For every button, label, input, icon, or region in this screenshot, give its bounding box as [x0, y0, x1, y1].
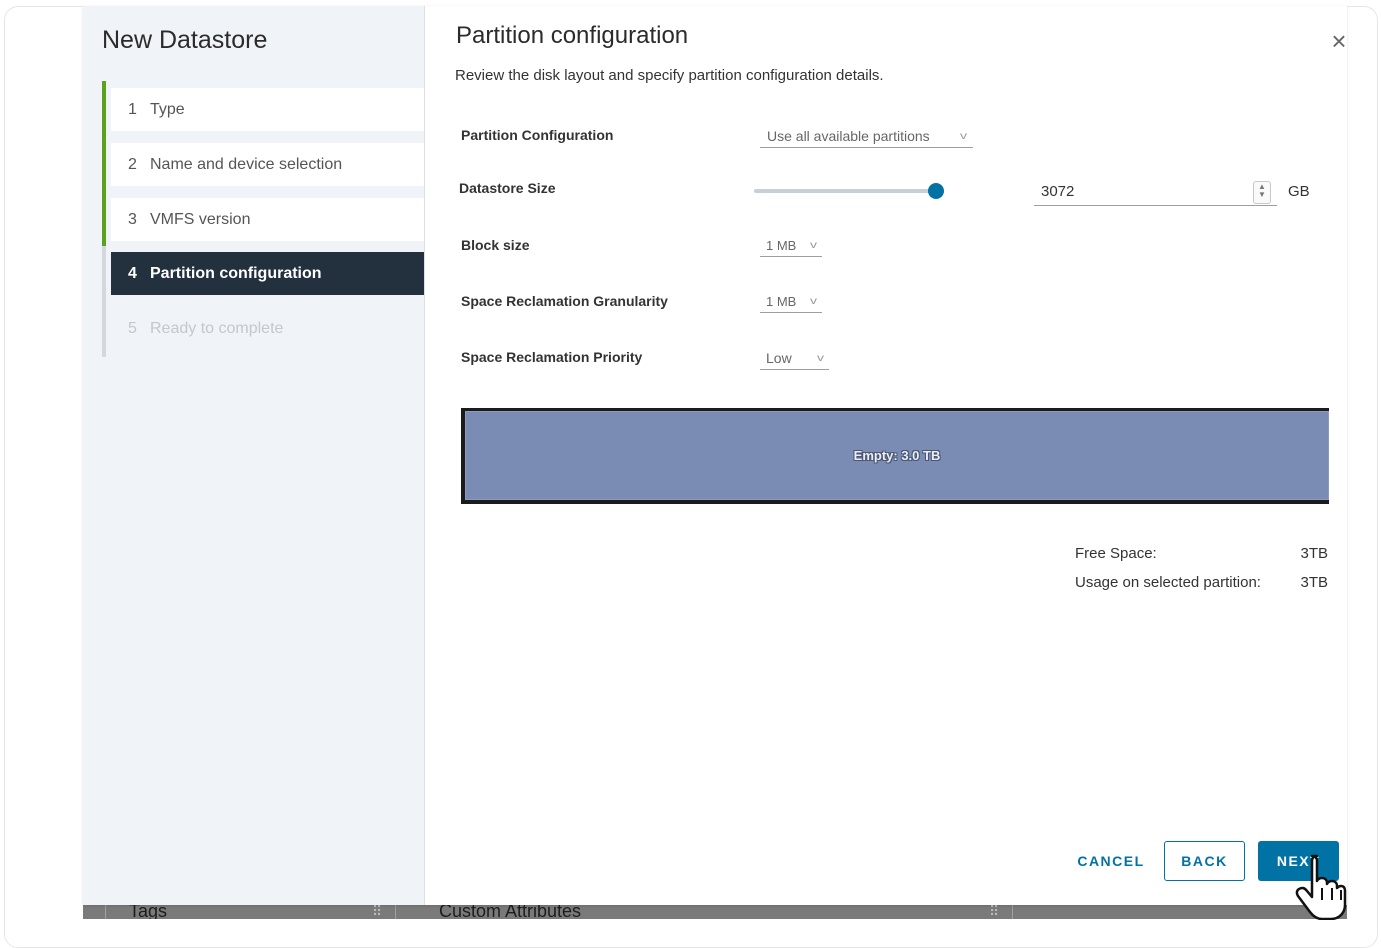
free-space-value: 3TB: [1300, 545, 1328, 562]
tab-separator: [395, 905, 396, 919]
select-value: 1 MB: [766, 238, 797, 253]
step-label: Type: [150, 100, 185, 118]
step-partition-configuration[interactable]: 4 Partition configuration: [111, 252, 424, 295]
drag-handle-icon[interactable]: ⠿: [372, 905, 382, 919]
chevron-down-icon: v: [960, 130, 967, 142]
drag-handle-icon[interactable]: ⠿: [989, 905, 999, 919]
block-size-label: Block size: [461, 237, 530, 253]
steps-progress-rail: [102, 81, 106, 357]
partition-configuration-label: Partition Configuration: [461, 127, 614, 143]
step-label: VMFS version: [150, 210, 251, 228]
chevron-down-icon: v: [810, 240, 817, 251]
tab-separator: [105, 905, 106, 919]
slider-handle[interactable]: [928, 183, 944, 199]
page-title: Partition configuration: [456, 22, 689, 49]
close-icon[interactable]: ×: [1327, 28, 1351, 54]
reclamation-granularity-select[interactable]: 1 MB v: [760, 294, 822, 313]
disk-layout-bar: Empty: 3.0 TB: [461, 408, 1329, 504]
partition-configuration-select[interactable]: Use all available partitions v: [760, 128, 973, 148]
tab-tags[interactable]: Tags: [129, 905, 167, 919]
partition-segment-label: Empty: 3.0 TB: [853, 448, 941, 463]
hand-pointer-icon: [1295, 854, 1347, 920]
tab-separator: [1012, 905, 1013, 919]
step-label: Partition configuration: [150, 264, 322, 282]
step-ready-to-complete: 5 Ready to complete: [111, 307, 424, 350]
datastore-size-slider[interactable]: [754, 183, 944, 199]
select-value: 1 MB: [766, 294, 797, 309]
datastore-size-unit: GB: [1288, 183, 1310, 200]
select-value: Use all available partitions: [767, 128, 930, 144]
step-number: 1: [128, 100, 137, 118]
wizard-sidebar: New Datastore 1 Type 2 Name and device s…: [83, 6, 425, 905]
step-number: 5: [128, 319, 137, 337]
datastore-size-value: 3072: [1041, 183, 1075, 200]
tab-custom-attributes[interactable]: Custom Attributes: [439, 905, 581, 919]
back-button[interactable]: BACK: [1164, 841, 1245, 881]
step-label: Ready to complete: [150, 319, 284, 337]
empty-partition-segment[interactable]: Empty: 3.0 TB: [465, 411, 1329, 500]
background-tabs-strip: Tags ⠿ Custom Attributes ⠿: [83, 905, 1347, 919]
reclamation-priority-select[interactable]: Low v: [760, 350, 829, 370]
reclamation-priority-label: Space Reclamation Priority: [461, 349, 643, 365]
step-type[interactable]: 1 Type: [111, 88, 424, 131]
spinner-icon[interactable]: ▲ ▼: [1253, 181, 1271, 204]
datastore-size-label: Datastore Size: [459, 180, 556, 196]
new-datastore-dialog: New Datastore 1 Type 2 Name and device s…: [83, 6, 1347, 905]
usage-label: Usage on selected partition:: [1075, 574, 1261, 591]
cancel-button[interactable]: CANCEL: [1066, 841, 1156, 881]
free-space-label: Free Space:: [1075, 545, 1157, 562]
completed-steps-indicator: [102, 81, 106, 246]
step-label: Name and device selection: [150, 155, 343, 173]
chevron-down-icon: v: [817, 352, 824, 364]
block-size-select[interactable]: 1 MB v: [760, 238, 822, 257]
step-number: 4: [128, 264, 137, 282]
wizard-content: Partition configuration × Review the dis…: [425, 6, 1347, 905]
step-vmfs-version[interactable]: 3 VMFS version: [111, 198, 424, 241]
datastore-size-input[interactable]: 3072 ▲ ▼: [1034, 180, 1277, 206]
usage-value: 3TB: [1300, 574, 1328, 591]
select-value: Low: [766, 350, 792, 366]
step-number: 3: [128, 210, 137, 228]
page-description: Review the disk layout and specify parti…: [455, 67, 884, 84]
step-name-and-device-selection[interactable]: 2 Name and device selection: [111, 143, 424, 186]
step-number: 2: [128, 155, 137, 173]
wizard-title: New Datastore: [102, 26, 268, 54]
reclamation-granularity-label: Space Reclamation Granularity: [461, 293, 668, 309]
chevron-down-icon: v: [810, 296, 817, 307]
